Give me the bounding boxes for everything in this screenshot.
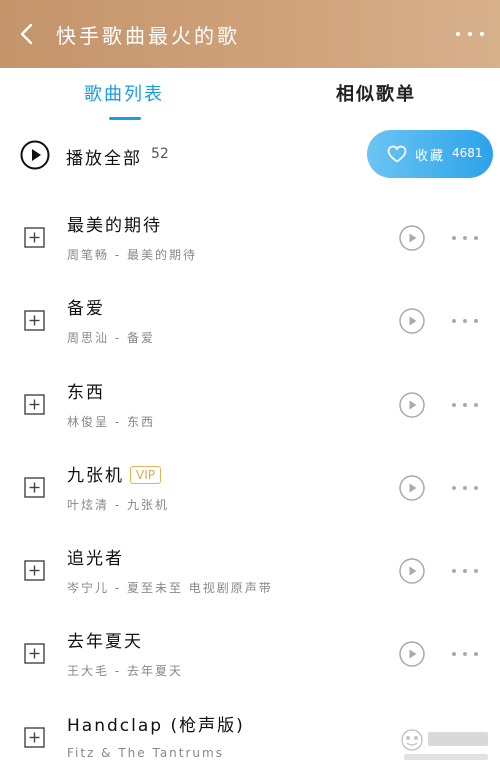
song-title: 九张机 VIP: [67, 461, 161, 486]
list-item[interactable]: 东西 林俊呈 - 东西: [0, 363, 500, 446]
add-icon[interactable]: [24, 477, 45, 498]
play-icon[interactable]: [399, 308, 425, 335]
song-title: Handclap (枪声版): [67, 715, 245, 736]
song-artist: Fitz & The Tantrums: [67, 745, 224, 760]
header-bar: 快手歌曲最火的歌: [0, 0, 500, 68]
song-title: 东西: [67, 382, 105, 403]
back-icon[interactable]: [16, 22, 40, 46]
song-title: 去年夏天: [67, 632, 143, 653]
song-count: 52: [151, 146, 169, 162]
dots-icon[interactable]: [450, 401, 480, 409]
add-icon[interactable]: [24, 227, 45, 248]
song-title: 备爱: [67, 299, 105, 320]
heart-icon: [387, 145, 407, 163]
add-icon[interactable]: [24, 727, 45, 748]
song-title: 最美的期待: [67, 216, 162, 236]
song-artist: 岑宁儿 - 夏至未至 电视剧原声带: [67, 581, 273, 596]
tab-similar-playlists[interactable]: 相似歌单: [336, 80, 416, 106]
add-icon[interactable]: [24, 643, 45, 665]
dots-icon[interactable]: [450, 650, 480, 658]
add-icon[interactable]: [24, 310, 45, 331]
watermark-logo: [401, 729, 488, 760]
song-artist: 周笔畅 - 最美的期待: [67, 248, 197, 262]
song-artist: 王大毛 - 去年夏天: [67, 664, 183, 679]
song-title: 追光者: [67, 549, 124, 570]
list-item[interactable]: 追光者 岑宁儿 - 夏至未至 电视剧原声带: [0, 529, 500, 612]
dots-icon[interactable]: [450, 317, 480, 325]
tab-bar: 歌曲列表 相似歌单: [0, 68, 500, 122]
collect-button[interactable]: 收藏 4681: [367, 130, 493, 178]
collect-label: 收藏: [415, 149, 446, 164]
tab-active-indicator: [109, 117, 141, 120]
list-item[interactable]: 最美的期待 周笔畅 - 最美的期待: [0, 196, 500, 279]
list-item[interactable]: 九张机 VIP 叶炫清 - 九张机: [0, 446, 500, 529]
list-item[interactable]: 去年夏天 王大毛 - 去年夏天: [0, 612, 500, 695]
more-icon[interactable]: [454, 22, 486, 46]
song-artist: 林俊呈 - 东西: [67, 414, 155, 429]
play-icon[interactable]: [399, 558, 425, 584]
dots-icon[interactable]: [450, 484, 480, 492]
page-title: 快手歌曲最火的歌: [56, 24, 240, 48]
play-all-row: 播放全部 52 收藏 4681: [0, 128, 500, 184]
play-all-button[interactable]: 播放全部: [66, 144, 142, 169]
dots-icon[interactable]: [450, 567, 480, 575]
collect-count: 4681: [452, 146, 483, 160]
dots-icon[interactable]: [450, 234, 480, 242]
add-icon[interactable]: [24, 393, 45, 415]
play-icon[interactable]: [399, 225, 425, 251]
song-artist: 周思汕 - 备爱: [67, 331, 155, 346]
add-icon[interactable]: [24, 560, 45, 581]
song-list: 最美的期待 周笔畅 - 最美的期待 备爱 周思汕 - 备爱 东西 林俊呈 - 东…: [0, 196, 500, 779]
play-icon[interactable]: [399, 475, 425, 501]
play-icon[interactable]: [399, 641, 425, 668]
vip-badge: VIP: [130, 465, 161, 484]
song-artist: 叶炫清 - 九张机: [67, 497, 169, 512]
list-item[interactable]: 备爱 周思汕 - 备爱: [0, 279, 500, 362]
tab-song-list[interactable]: 歌曲列表: [84, 80, 164, 106]
play-icon[interactable]: [399, 391, 425, 418]
play-all-icon[interactable]: [20, 140, 50, 170]
song-title-text: 九张机: [67, 465, 124, 486]
